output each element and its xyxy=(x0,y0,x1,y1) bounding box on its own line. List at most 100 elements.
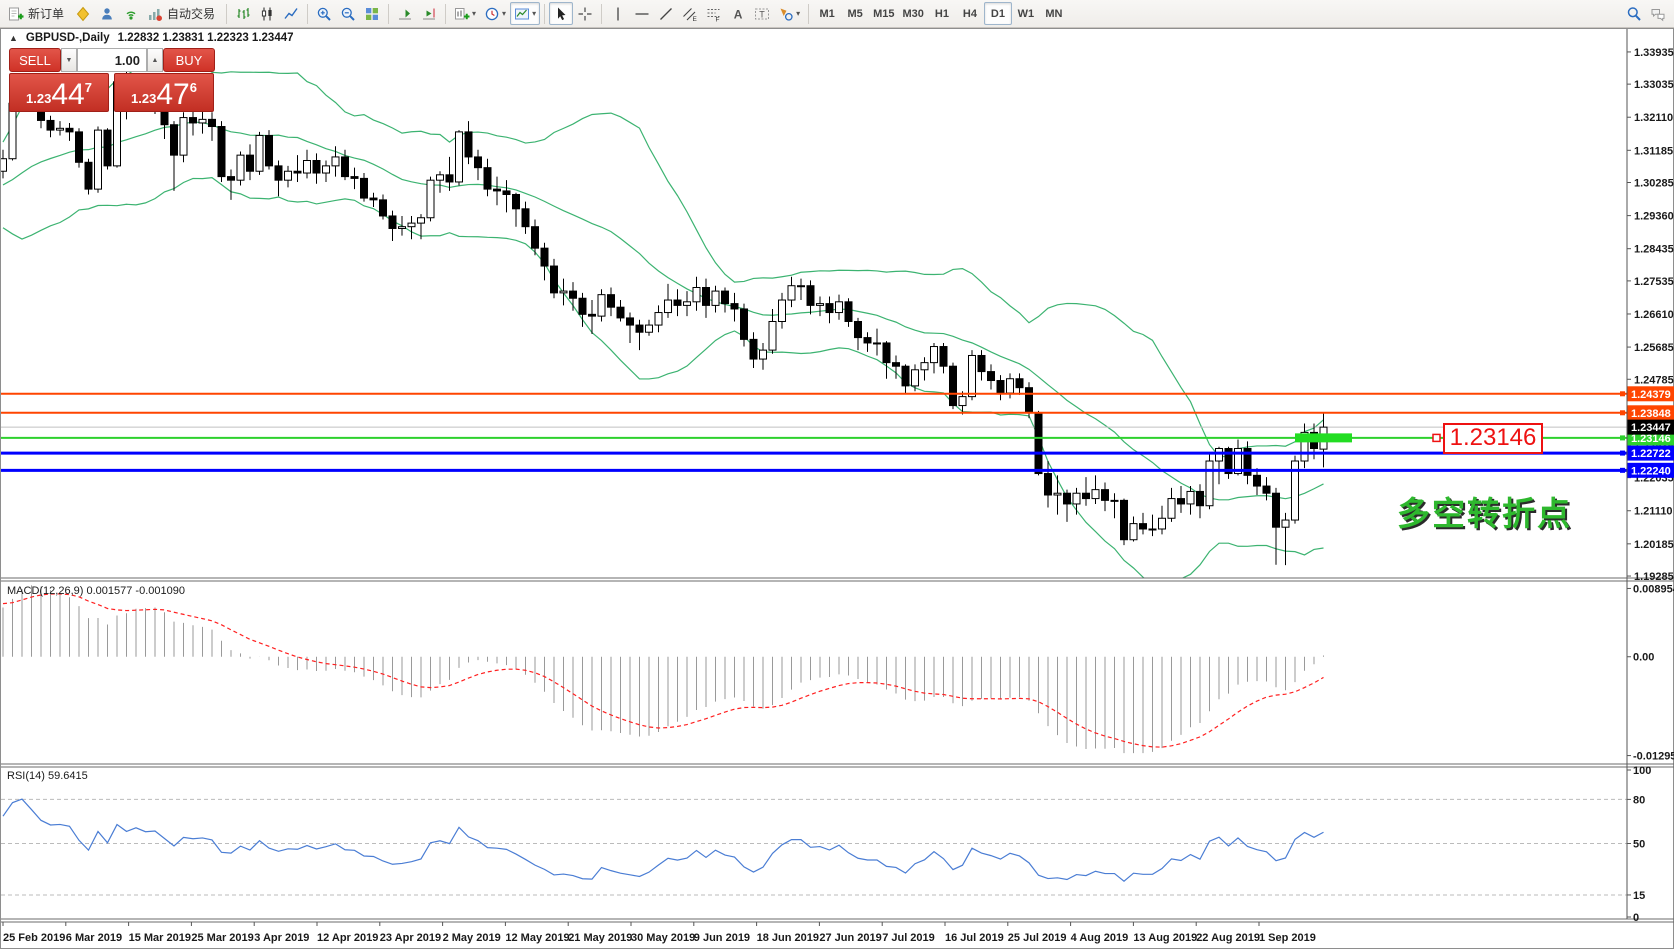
svg-text:2 May 2019: 2 May 2019 xyxy=(443,932,501,944)
buy-price-pip: 6 xyxy=(190,80,197,95)
community-button[interactable] xyxy=(95,2,119,25)
svg-text:4 Aug 2019: 4 Aug 2019 xyxy=(1071,932,1129,944)
new-order-label: 新订单 xyxy=(28,5,64,22)
timeframe-h4-button[interactable]: H4 xyxy=(956,2,984,25)
timeframe-d1-button[interactable]: D1 xyxy=(984,2,1012,25)
auto-scroll-icon xyxy=(397,6,413,22)
svg-text:1.21110: 1.21110 xyxy=(1634,506,1673,518)
ohlc-values: 1.22832 1.23831 1.22323 1.23447 xyxy=(118,32,294,44)
text-button[interactable]: A xyxy=(726,2,750,25)
svg-text:0.00: 0.00 xyxy=(1633,652,1654,664)
channel-button[interactable]: E xyxy=(678,2,702,25)
bar-chart-button[interactable] xyxy=(231,2,255,25)
price-annotation-box[interactable]: 1.23146 xyxy=(1443,423,1543,454)
new-chart-button[interactable]: ▾ xyxy=(450,2,480,25)
toolbar-separator xyxy=(544,4,545,24)
trade-controls-row: SELL ▼ ▲ BUY xyxy=(9,48,215,72)
buy-price-big: 47 xyxy=(156,82,189,108)
shapes-button[interactable]: ▾ xyxy=(774,2,804,25)
date-axis[interactable]: 25 Feb 20196 Mar 201915 Mar 201925 Mar 2… xyxy=(3,922,1316,944)
clock-icon xyxy=(484,6,500,22)
new-chart-icon xyxy=(454,6,470,22)
svg-text:1.22240: 1.22240 xyxy=(1631,465,1671,477)
macd-indicator-label: MACD(12,26,9) 0.001577 -0.001090 xyxy=(7,585,185,597)
sell-button[interactable]: SELL xyxy=(9,48,61,72)
svg-text:T: T xyxy=(759,9,765,19)
volume-input[interactable] xyxy=(77,48,147,72)
svg-text:1.30285: 1.30285 xyxy=(1634,178,1674,190)
buy-price-button[interactable]: 1.23 47 6 xyxy=(114,73,214,112)
volume-increase-button[interactable]: ▲ xyxy=(147,48,163,72)
timeframe-h1-button[interactable]: H1 xyxy=(928,2,956,25)
tile-windows-button[interactable] xyxy=(360,2,384,25)
pane-separators xyxy=(1,578,1674,922)
sell-price-button[interactable]: 1.23 44 7 xyxy=(9,73,109,112)
timeframe-m15-button[interactable]: M15 xyxy=(869,2,898,25)
svg-text:15: 15 xyxy=(1633,890,1645,902)
line-chart-button[interactable] xyxy=(279,2,303,25)
text-a-icon: A xyxy=(730,6,746,22)
timeframe-w1-button[interactable]: W1 xyxy=(1012,2,1040,25)
svg-text:25 Jul 2019: 25 Jul 2019 xyxy=(1008,932,1067,944)
metaeditor-button[interactable] xyxy=(71,2,95,25)
fibonacci-button[interactable]: F xyxy=(702,2,726,25)
svg-text:0: 0 xyxy=(1633,912,1639,924)
svg-text:6 Mar 2019: 6 Mar 2019 xyxy=(66,932,122,944)
autotrading-label: 自动交易 xyxy=(167,5,215,22)
zoom-in-button[interactable] xyxy=(312,2,336,25)
timeframe-m30-button[interactable]: M30 xyxy=(899,2,928,25)
svg-text:1.31185: 1.31185 xyxy=(1634,145,1673,157)
timeframe-mn-button[interactable]: MN xyxy=(1040,2,1068,25)
cursor-button[interactable] xyxy=(549,2,573,25)
text-label-button[interactable]: T xyxy=(750,2,774,25)
timeframe-m1-button[interactable]: M1 xyxy=(813,2,841,25)
timeframe-m5-button[interactable]: M5 xyxy=(841,2,869,25)
signals-icon xyxy=(123,6,139,22)
svg-text:15 Mar 2019: 15 Mar 2019 xyxy=(129,932,191,944)
vertical-line-button[interactable] xyxy=(606,2,630,25)
horizontal-lines[interactable] xyxy=(1,394,1627,471)
one-click-trading-panel: SELL ▼ ▲ BUY 1.23 44 7 1.23 47 6 xyxy=(9,48,215,112)
chart-shift-icon xyxy=(421,6,437,22)
turning-point-annotation[interactable]: 多空转折点 xyxy=(1397,487,1572,535)
chart-shift-button[interactable] xyxy=(417,2,441,25)
zoom-out-button[interactable] xyxy=(336,2,360,25)
toolbar-separator xyxy=(388,4,389,24)
period-button[interactable]: ▾ xyxy=(480,2,510,25)
svg-text:25 Feb 2019: 25 Feb 2019 xyxy=(3,932,65,944)
crosshair-button[interactable] xyxy=(573,2,597,25)
buy-price-prefix: 1.23 xyxy=(131,91,156,106)
new-order-button[interactable]: 新订单 xyxy=(4,2,71,25)
svg-text:9 Jun 2019: 9 Jun 2019 xyxy=(694,932,750,944)
svg-text:1.29360: 1.29360 xyxy=(1634,211,1674,223)
crosshair-icon xyxy=(577,6,593,22)
vertical-line-icon xyxy=(610,6,626,22)
volume-decrease-button[interactable]: ▼ xyxy=(61,48,77,72)
search-button[interactable] xyxy=(1622,2,1646,25)
svg-text:18 Jun 2019: 18 Jun 2019 xyxy=(757,932,819,944)
svg-text:7 Jul 2019: 7 Jul 2019 xyxy=(882,932,935,944)
autotrading-button[interactable]: 自动交易 xyxy=(143,2,222,25)
chat-icon xyxy=(1650,6,1666,22)
svg-text:1.32110: 1.32110 xyxy=(1634,112,1673,124)
trendline-button[interactable] xyxy=(654,2,678,25)
sell-price-pip: 7 xyxy=(85,80,92,95)
candlestick-chart-button[interactable] xyxy=(255,2,279,25)
horizontal-line-button[interactable] xyxy=(630,2,654,25)
bar-chart-icon xyxy=(235,6,251,22)
auto-scroll-button[interactable] xyxy=(393,2,417,25)
svg-text:1 Sep 2019: 1 Sep 2019 xyxy=(1259,932,1316,944)
svg-text:1.23447: 1.23447 xyxy=(1631,422,1671,434)
chevron-down-icon: ▾ xyxy=(532,9,536,18)
sell-price-big: 44 xyxy=(51,82,84,108)
collapse-panel-icon[interactable]: ▲ xyxy=(9,33,18,43)
svg-text:23 Apr 2019: 23 Apr 2019 xyxy=(380,932,441,944)
chevron-down-icon: ▾ xyxy=(796,9,800,18)
buy-button[interactable]: BUY xyxy=(163,48,215,72)
svg-text:1.24379: 1.24379 xyxy=(1631,389,1671,401)
svg-text:1.24785: 1.24785 xyxy=(1634,374,1674,386)
svg-text:A: A xyxy=(734,7,743,21)
signals-button[interactable] xyxy=(119,2,143,25)
template-button[interactable]: ▾ xyxy=(510,2,540,25)
chat-button[interactable] xyxy=(1646,2,1670,25)
